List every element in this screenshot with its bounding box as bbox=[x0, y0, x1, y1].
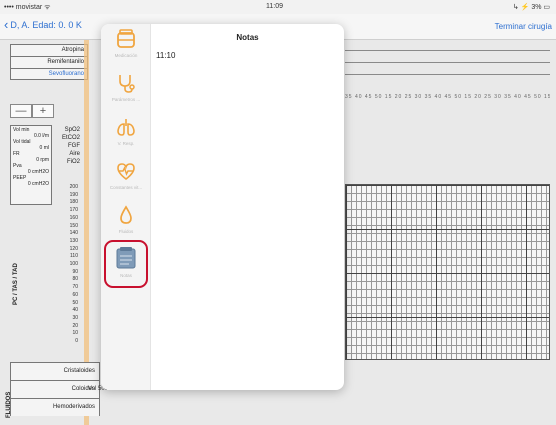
vent-value: 0 cmH2O bbox=[27, 181, 49, 187]
scale-tick: 30 bbox=[72, 314, 78, 321]
drug-row[interactable]: Atropina bbox=[10, 44, 88, 56]
fluids-table: Cristaloides Coloides Hemoderivados bbox=[10, 362, 100, 416]
scale-tick: 100 bbox=[69, 261, 78, 268]
finish-surgery-button[interactable]: Terminar cirugía bbox=[495, 22, 552, 31]
fluid-row[interactable]: Cristaloides bbox=[10, 362, 100, 380]
vital-scale: 200 190 180 170 160 150 140 130 120 110 … bbox=[64, 184, 78, 346]
ventilation-panel: Vol min 0.0 l/m Vol tidal 0 ml FR 0 rpm … bbox=[10, 125, 52, 205]
scale-tick: 80 bbox=[72, 276, 78, 283]
zoom-in-button[interactable]: + bbox=[32, 104, 54, 118]
scale-tick: 20 bbox=[72, 322, 78, 329]
heartbeat-icon bbox=[117, 163, 135, 181]
drug-row[interactable]: Remifentanilo bbox=[10, 56, 88, 68]
drug-table: Atropina Remifentanilo Sevofluorano bbox=[10, 44, 88, 80]
scale-tick: 150 bbox=[69, 222, 78, 229]
zoom-control: — + bbox=[10, 104, 54, 118]
gas-label: FGF bbox=[68, 143, 80, 149]
gas-label: Aire bbox=[69, 151, 80, 157]
fluid-row[interactable]: Hemoderivados bbox=[10, 398, 100, 416]
fluid-row[interactable]: Coloides bbox=[10, 380, 100, 398]
scale-tick: 120 bbox=[69, 245, 78, 252]
scale-tick: 0 bbox=[75, 338, 78, 345]
scale-tick: 180 bbox=[69, 199, 78, 206]
note-timestamp[interactable]: 11:10 bbox=[156, 51, 175, 60]
scale-tick: 190 bbox=[69, 191, 78, 198]
lungs-icon bbox=[117, 119, 135, 136]
scale-tick: 200 bbox=[69, 184, 78, 190]
fluids-label: FLUIDOS bbox=[6, 391, 12, 418]
medication-icon bbox=[117, 29, 135, 48]
category-sidebar: Medicación Parámetros ... V. Resp. Const… bbox=[101, 24, 151, 390]
scale-tick: 170 bbox=[69, 207, 78, 214]
scale-tick: 130 bbox=[69, 237, 78, 244]
scale-tick: 160 bbox=[69, 214, 78, 221]
clock: 11:09 bbox=[266, 3, 283, 10]
gas-label: FiO2 bbox=[66, 159, 80, 165]
zoom-out-button[interactable]: — bbox=[10, 104, 32, 118]
scale-tick: 70 bbox=[72, 284, 78, 291]
patient-label: D, A. Edad: 0. 0 K bbox=[10, 20, 82, 30]
drug-timeline-lines bbox=[345, 50, 550, 86]
scale-tick: 60 bbox=[72, 291, 78, 298]
drop-icon bbox=[120, 205, 132, 224]
sidebar-item-label: Parámetros ... bbox=[111, 97, 141, 102]
notes-popover: Medicación Parámetros ... V. Resp. Const… bbox=[101, 24, 344, 390]
sidebar-item-label: Fluidos bbox=[118, 229, 134, 234]
scale-tick: 50 bbox=[72, 299, 78, 306]
gas-label: SpO2 bbox=[64, 127, 80, 133]
pc-tas-tad-label: PC / TAS / TAD bbox=[13, 263, 19, 305]
time-axis: 35 40 45 50 15 20 25 30 35 40 45 50 15 2… bbox=[345, 94, 550, 100]
back-button[interactable]: ‹ D, A. Edad: 0. 0 K bbox=[4, 17, 82, 32]
scale-tick: 140 bbox=[69, 230, 78, 237]
gas-label: EtCO2 bbox=[61, 135, 80, 141]
gas-labels: SpO2 EtCO2 FGF Aire FiO2 bbox=[56, 126, 80, 166]
drug-row[interactable]: Sevofluorano bbox=[10, 68, 88, 80]
scale-tick: 110 bbox=[70, 253, 78, 260]
carrier-label: •••• movistar ᯤ bbox=[4, 4, 51, 11]
sidebar-item-label: V. Resp. bbox=[117, 141, 135, 146]
sidebar-item-parametros[interactable]: Parámetros ... bbox=[101, 72, 151, 116]
scale-tick: 10 bbox=[72, 330, 78, 337]
scale-tick: 90 bbox=[72, 268, 78, 275]
sidebar-item-medicacion[interactable]: Medicación bbox=[101, 28, 151, 72]
popover-title: Notas bbox=[236, 33, 259, 42]
sidebar-item-constantes[interactable]: Constantes vit... bbox=[101, 160, 151, 204]
selection-highlight bbox=[104, 240, 148, 288]
stethoscope-icon bbox=[119, 75, 135, 93]
chevron-left-icon: ‹ bbox=[4, 17, 9, 32]
sidebar-item-label: Constantes vit... bbox=[109, 185, 143, 190]
status-bar: •••• movistar ᯤ 11:09 ↳ ⚡ 3% ▭ bbox=[0, 0, 556, 14]
vitals-grid[interactable] bbox=[345, 184, 550, 360]
battery-indicator: ↳ ⚡ 3% ▭ bbox=[512, 4, 550, 11]
sidebar-item-label: Medicación bbox=[114, 53, 138, 58]
sidebar-item-resp[interactable]: V. Resp. bbox=[101, 116, 151, 160]
scale-tick: 40 bbox=[72, 307, 78, 314]
